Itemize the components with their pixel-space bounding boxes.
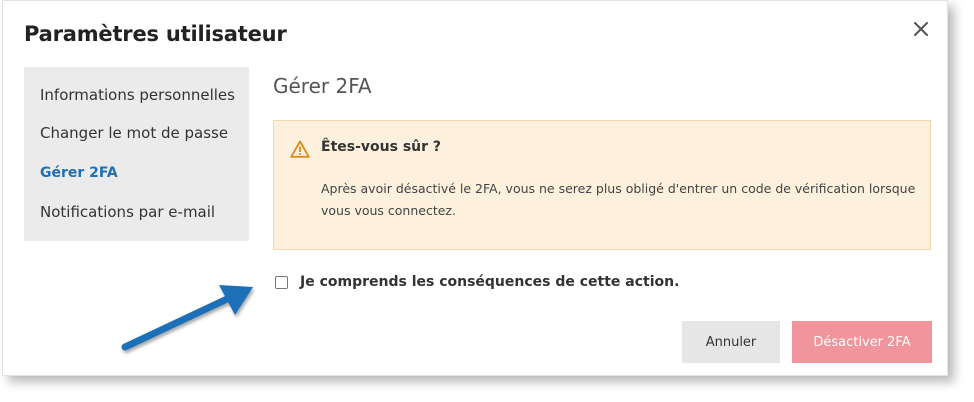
close-button[interactable] (909, 17, 933, 41)
section-title: Gérer 2FA (273, 74, 372, 98)
sidebar-item-change-password[interactable]: Changer le mot de passe (40, 124, 228, 142)
warning-title: Êtes-vous sûr ? (321, 139, 442, 155)
warning-box: Êtes-vous sûr ? Après avoir désactivé le… (273, 120, 931, 250)
sidebar-item-manage-2fa[interactable]: Gérer 2FA (40, 165, 118, 181)
user-settings-dialog: Paramètres utilisateur Informations pers… (2, 0, 948, 376)
confirm-checkbox[interactable] (275, 275, 288, 289)
disable-2fa-button[interactable]: Désactiver 2FA (792, 321, 932, 363)
settings-sidebar: Informations personnelles Changer le mot… (24, 67, 249, 241)
dialog-title: Paramètres utilisateur (24, 22, 287, 46)
annotation-arrow-icon (121, 285, 253, 351)
confirm-checkbox-label[interactable]: Je comprends les conséquences de cette a… (300, 274, 679, 290)
close-icon (914, 22, 928, 36)
cancel-button[interactable]: Annuler (682, 321, 780, 363)
sidebar-item-personal-info[interactable]: Informations personnelles (40, 86, 235, 104)
warning-icon (290, 140, 310, 158)
sidebar-item-email-notifications[interactable]: Notifications par e-mail (40, 203, 215, 221)
confirm-row: Je comprends les conséquences de cette a… (275, 274, 679, 290)
warning-text: Après avoir désactivé le 2FA, vous ne se… (321, 181, 916, 218)
